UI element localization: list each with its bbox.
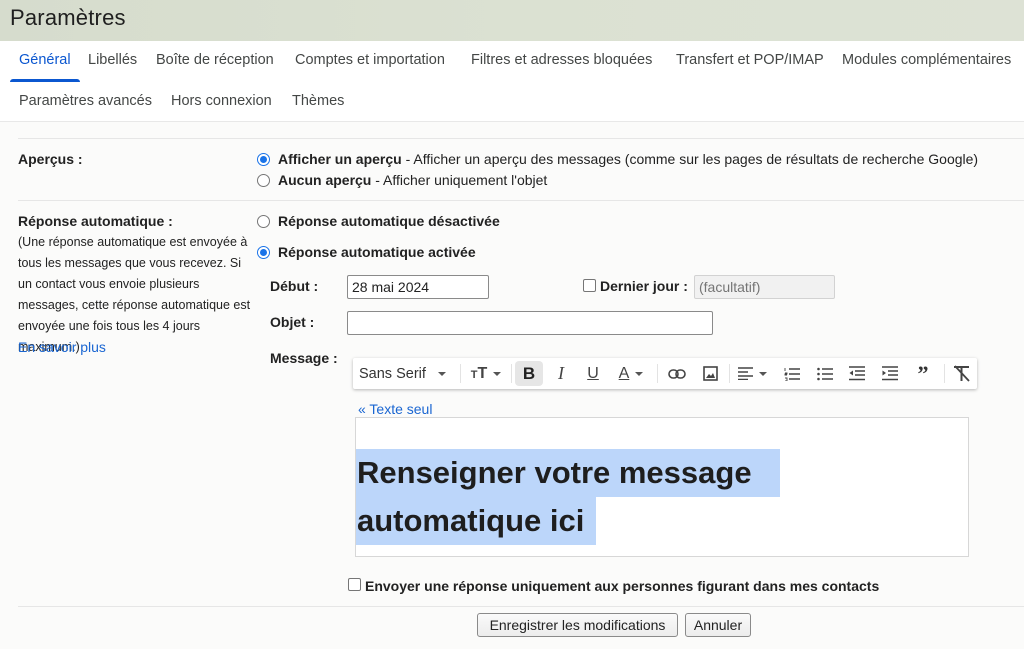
formatting-toolbar: Sans Serif TT B I U A ” [353,358,977,389]
auto-reply-off-label[interactable]: Réponse automatique désactivée [278,213,500,229]
preview-none-option[interactable]: Aucun aperçu - Afficher uniquement l'obj… [278,172,547,188]
tab-advanced[interactable]: Paramètres avancés [19,93,152,109]
toolbar-separator [511,364,512,383]
message-editor[interactable]: Renseigner votre message automatique ici [355,417,969,557]
subject-input[interactable] [347,311,713,335]
last-day-input[interactable] [694,275,835,299]
bold-button[interactable]: B [515,361,543,386]
tab-accounts[interactable]: Comptes et importation [295,52,445,68]
numbered-list-button[interactable] [778,358,806,389]
divider [18,200,1024,201]
tab-offline[interactable]: Hors connexion [171,93,272,109]
message-line: Renseigner votre message [356,449,780,497]
chevron-down-icon [493,371,502,376]
text-color-icon: A [618,364,630,382]
font-family-select[interactable]: Sans Serif [359,358,455,389]
toolbar-separator [657,364,658,383]
cancel-button[interactable]: Annuler [685,613,751,637]
save-changes-button[interactable]: Enregistrer les modifications [477,613,678,637]
remove-formatting-button[interactable] [949,358,975,389]
tab-themes[interactable]: Thèmes [292,93,344,109]
subject-label: Objet : [270,314,315,330]
tab-addons[interactable]: Modules complémentaires [842,52,1011,68]
text-color-button[interactable]: A [613,358,649,389]
quote-button[interactable]: ” [909,358,937,389]
tab-filters[interactable]: Filtres et adresses bloquées [471,52,652,68]
tab-general[interactable]: Général [19,52,71,68]
chevron-down-icon [437,371,446,376]
font-size-icon: TT [470,364,488,382]
message-label: Message : [270,350,338,366]
toolbar-separator [460,364,461,383]
start-date-input[interactable] [347,275,489,299]
divider [18,138,1024,139]
indent-less-icon [849,366,865,381]
chevron-down-icon [635,371,644,376]
align-button[interactable] [734,358,770,389]
insert-image-button[interactable] [696,358,724,389]
insert-link-button[interactable] [663,358,691,389]
plain-text-link[interactable]: « Texte seul [358,401,432,417]
auto-reply-on-radio[interactable] [257,246,270,259]
auto-reply-off-radio[interactable] [257,215,270,228]
auto-reply-label: Réponse automatique : [18,213,173,229]
last-day-label: Dernier jour : [600,278,688,294]
align-left-icon [737,367,753,380]
preview-show-option[interactable]: Afficher un aperçu - Afficher un aperçu … [278,151,978,167]
page-title: Paramètres [10,5,126,30]
toolbar-separator [944,364,945,383]
underline-icon: U [587,364,599,382]
indent-more-button[interactable] [876,358,904,389]
divider [18,606,1024,607]
remove-formatting-icon [954,365,970,382]
font-size-button[interactable]: TT [466,358,506,389]
settings-tabs: Général Libellés Boîte de réception Comp… [0,41,1024,122]
settings-header: Paramètres [0,0,1024,41]
contacts-only-label[interactable]: Envoyer une réponse uniquement aux perso… [365,578,879,594]
previews-label: Aperçus : [18,151,83,167]
link-icon [668,368,686,379]
preview-none-radio[interactable] [257,174,270,187]
learn-more-link[interactable]: En savoir plus [18,339,106,355]
tab-inbox[interactable]: Boîte de réception [156,52,274,68]
numbered-list-icon [784,367,800,381]
underline-button[interactable]: U [580,358,606,389]
italic-button[interactable]: I [548,358,574,389]
preview-show-radio[interactable] [257,153,270,166]
italic-icon: I [558,363,564,383]
start-date-label: Début : [270,278,319,294]
message-line: automatique ici [356,497,596,545]
contacts-only-checkbox[interactable] [348,578,361,591]
indent-more-icon [882,366,898,381]
active-tab-indicator [10,79,80,82]
last-day-checkbox[interactable] [583,279,596,292]
auto-reply-on-label[interactable]: Réponse automatique activée [278,244,476,260]
toolbar-separator [729,364,730,383]
tab-labels[interactable]: Libellés [88,52,137,68]
tab-forwarding[interactable]: Transfert et POP/IMAP [676,52,824,68]
indent-less-button[interactable] [843,358,871,389]
bold-icon: B [522,363,536,383]
quote-icon: ” [917,360,929,386]
bulleted-list-icon [817,367,833,380]
bulleted-list-button[interactable] [811,358,839,389]
chevron-down-icon [758,371,767,376]
image-icon [702,366,718,381]
